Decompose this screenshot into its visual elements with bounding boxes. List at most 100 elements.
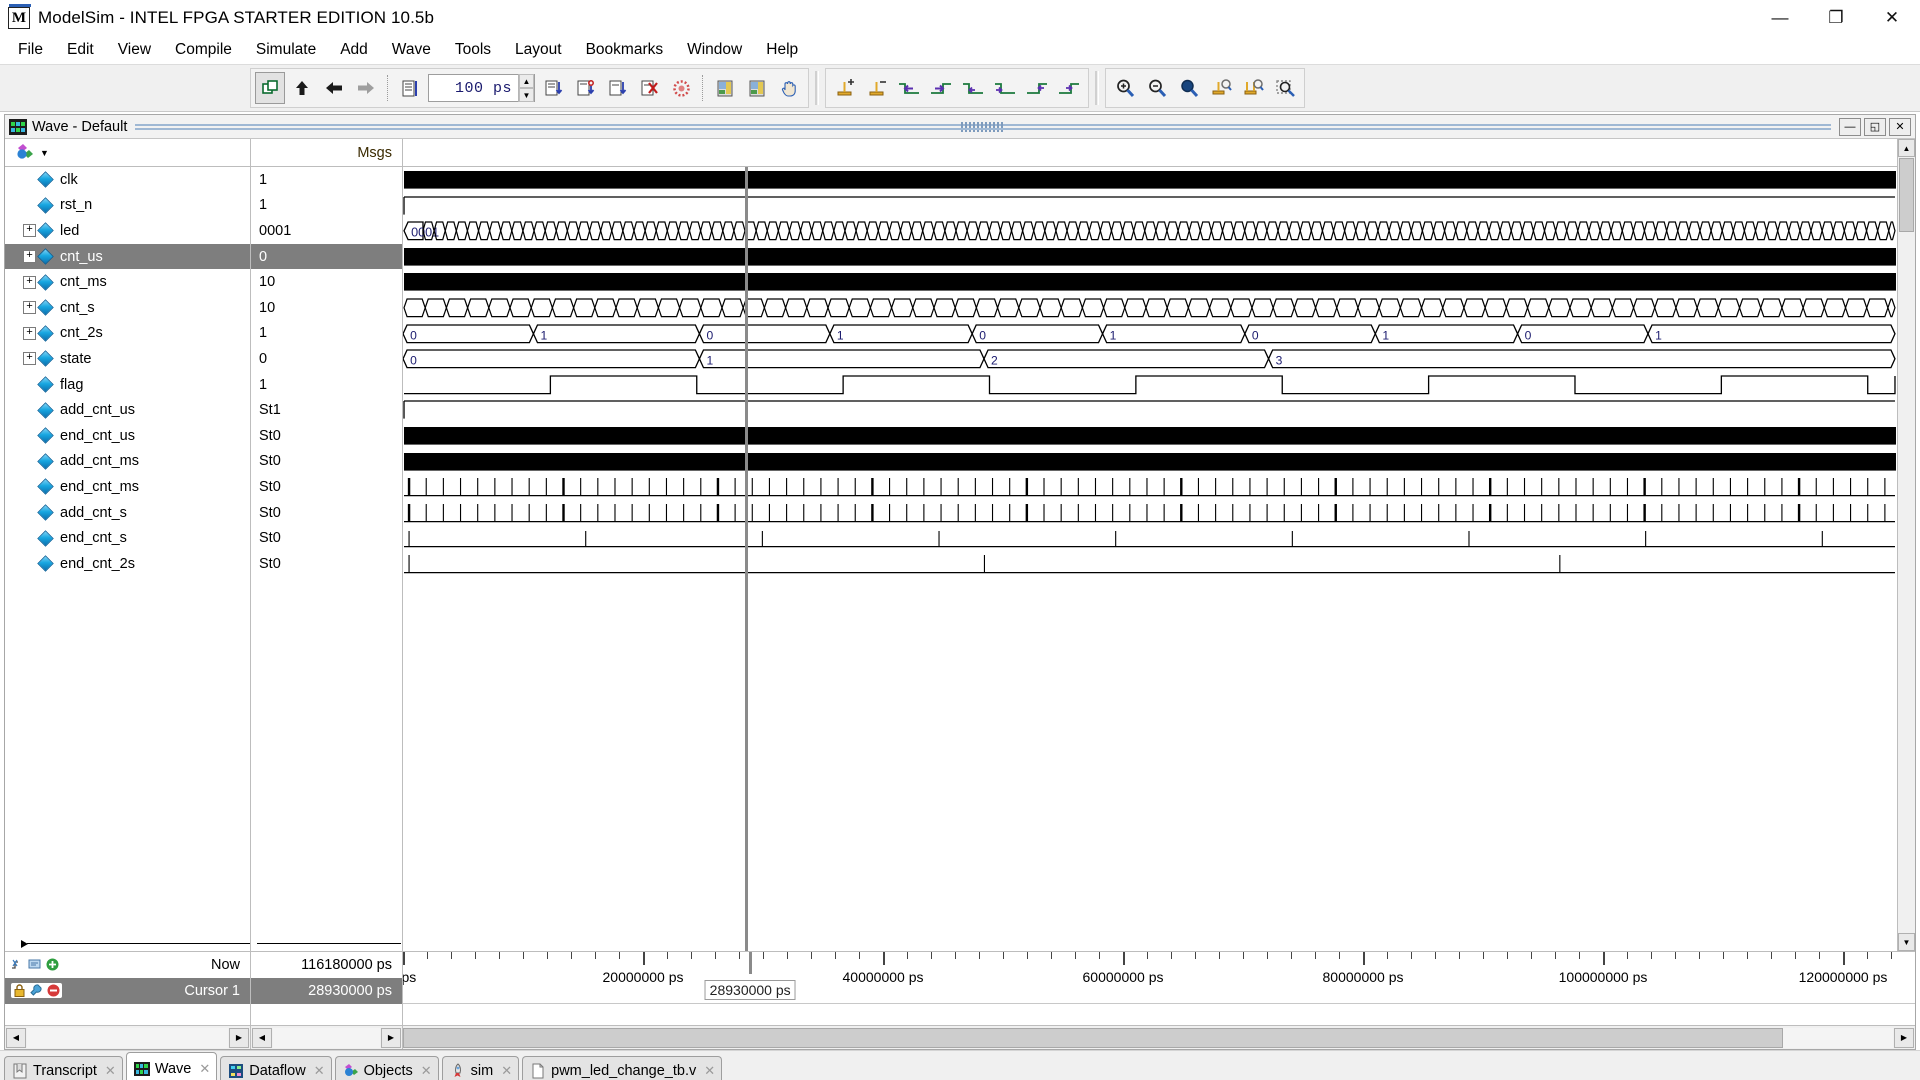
menu-edit[interactable]: Edit — [55, 38, 106, 62]
run-length-spinner[interactable]: ▲ ▼ — [518, 74, 535, 102]
restart-icon[interactable] — [395, 72, 425, 104]
run-length-value[interactable]: 100 ps — [429, 80, 518, 97]
signal-row-end_cnt_us[interactable]: end_cnt_us — [5, 423, 250, 449]
zoom-cursor-icon[interactable] — [1206, 72, 1236, 104]
scroll-left-icon[interactable]: ◀ — [6, 1027, 26, 1048]
signal-row-led[interactable]: + led — [5, 218, 250, 244]
expand-toggle-cnt_us[interactable]: + — [23, 250, 36, 264]
add-cursor-icon[interactable] — [45, 957, 60, 972]
hand-icon[interactable] — [774, 72, 804, 104]
wave-panel-minimize-button[interactable]: — — [1839, 117, 1861, 136]
tab-close-icon[interactable]: ✕ — [421, 1063, 432, 1079]
signal-row-clk[interactable]: clk — [5, 167, 250, 193]
tab-close-icon[interactable]: ✕ — [314, 1063, 325, 1079]
menu-add[interactable]: Add — [328, 38, 380, 62]
tab-transcript[interactable]: Transcript ✕ — [4, 1056, 123, 1080]
find-prev-rising-icon[interactable] — [1022, 72, 1052, 104]
find-next-transition-icon[interactable] — [926, 72, 956, 104]
minimize-button[interactable]: — — [1752, 0, 1808, 36]
expand-toggle-cnt_ms[interactable]: + — [23, 275, 36, 289]
expand-toggle-state[interactable]: + — [23, 352, 36, 366]
expand-toggle-led[interactable]: + — [23, 224, 36, 238]
left-arrow-icon[interactable] — [319, 72, 349, 104]
up-arrow-icon[interactable] — [287, 72, 317, 104]
signal-value-rows[interactable]: 1 1 0001 0 10 10 1 0 1 St1 St0 St0 St0 St0 St0 St0 — [251, 167, 402, 951]
menu-file[interactable]: File — [6, 38, 55, 62]
menu-bookmarks[interactable]: Bookmarks — [574, 38, 676, 62]
value-column-hscroll[interactable]: ◀ ▶ — [251, 1026, 403, 1049]
run-icon[interactable] — [538, 72, 568, 104]
cursor-1-line[interactable] — [745, 167, 749, 951]
menu-compile[interactable]: Compile — [163, 38, 244, 62]
scroll-down-icon[interactable]: ▼ — [1898, 933, 1915, 951]
zoom-in-icon[interactable] — [1110, 72, 1140, 104]
copy-icon[interactable] — [255, 72, 285, 104]
expand-toggle-cnt_2s[interactable]: + — [23, 326, 36, 340]
delete-cursor-icon[interactable] — [862, 72, 892, 104]
spinner-down-icon[interactable]: ▼ — [519, 88, 535, 102]
find-prev-transition-icon[interactable] — [894, 72, 924, 104]
name-column-hscroll[interactable]: ◀ ▶ — [5, 1026, 251, 1049]
value-hscroll-track[interactable] — [273, 1027, 380, 1048]
wave-panel-undock-button[interactable]: ◱ — [1864, 117, 1886, 136]
time-ruler[interactable]: 28930000 ps 0 ps 20000000 ps 40000000 ps 60… — [403, 952, 1915, 1004]
step-icon[interactable] — [710, 72, 740, 104]
signal-row-add_cnt_ms[interactable]: add_cnt_ms — [5, 449, 250, 475]
tab-close-icon[interactable]: ✕ — [704, 1063, 715, 1079]
spinner-up-icon[interactable]: ▲ — [519, 74, 535, 88]
run-length-field[interactable]: 100 ps ▲ ▼ — [428, 74, 536, 102]
signal-row-flag[interactable]: flag — [5, 372, 250, 398]
signal-row-end_cnt_2s[interactable]: end_cnt_2s — [5, 551, 250, 577]
find-next-rising-icon[interactable] — [1054, 72, 1084, 104]
name-hscroll-track[interactable] — [27, 1027, 228, 1048]
signal-row-state[interactable]: + state — [5, 346, 250, 372]
drag-grip-icon[interactable] — [961, 121, 1006, 132]
tab-pwm-led-change-tb[interactable]: pwm_led_change_tb.v ✕ — [522, 1056, 723, 1080]
insert-cursor-icon[interactable] — [830, 72, 860, 104]
expand-toggle-cnt_s[interactable]: + — [23, 301, 36, 315]
signal-row-cnt_s[interactable]: + cnt_s — [5, 295, 250, 321]
zoom-out-icon[interactable] — [1142, 72, 1172, 104]
scroll-right-icon[interactable]: ▶ — [1894, 1027, 1914, 1048]
run-all-icon[interactable] — [602, 72, 632, 104]
tab-close-icon[interactable]: ✕ — [199, 1061, 210, 1077]
menu-wave[interactable]: Wave — [380, 38, 443, 62]
wave-panel-close-button[interactable]: ✕ — [1889, 117, 1911, 136]
waveform-canvas[interactable]: 0001 0 1 0 1 0 1 0 1 0 1 0 1 2 3 — [403, 167, 1897, 951]
tab-sim[interactable]: sim ✕ — [441, 1056, 520, 1080]
signal-row-cnt_2s[interactable]: + cnt_2s — [5, 321, 250, 347]
menu-tools[interactable]: Tools — [443, 38, 503, 62]
wave-panel-drag-rail[interactable] — [135, 121, 1831, 132]
signal-row-cnt_ms[interactable]: + cnt_ms — [5, 269, 250, 295]
signal-name-rows[interactable]: clk rst_n + led + cnt_us + cnt_ms + cnt_s + cnt_2s +… — [5, 167, 250, 951]
waveform-vertical-scrollbar[interactable]: ▲ ▼ — [1897, 139, 1915, 951]
find-prev-falling-icon[interactable] — [958, 72, 988, 104]
scroll-right-icon[interactable]: ▶ — [229, 1027, 249, 1048]
vertical-scroll-thumb[interactable] — [1899, 158, 1914, 232]
cursor-1-row[interactable]: Cursor 1 — [5, 978, 250, 1004]
signal-row-cnt_us[interactable]: + cnt_us — [5, 243, 250, 270]
zoom-range-icon[interactable] — [1238, 72, 1268, 104]
waveform-hscroll[interactable]: ▶ — [403, 1026, 1915, 1049]
tab-close-icon[interactable]: ✕ — [105, 1063, 116, 1079]
cursor-1-value-row[interactable]: 28930000 ps — [251, 978, 402, 1004]
maximize-restore-button[interactable]: ❐ — [1808, 0, 1864, 36]
waveform-hscroll-track[interactable] — [403, 1027, 1893, 1048]
scroll-left-icon[interactable]: ◀ — [252, 1027, 272, 1048]
scroll-right-icon[interactable]: ▶ — [381, 1027, 401, 1048]
signal-row-rst_n[interactable]: rst_n — [5, 193, 250, 219]
break-icon[interactable] — [634, 72, 664, 104]
menu-window[interactable]: Window — [675, 38, 754, 62]
lock-icon[interactable] — [12, 983, 27, 998]
menu-layout[interactable]: Layout — [503, 38, 574, 62]
tab-objects[interactable]: Objects ✕ — [334, 1056, 439, 1080]
tab-close-icon[interactable]: ✕ — [501, 1063, 512, 1079]
tab-wave[interactable]: Wave ✕ — [125, 1052, 218, 1080]
zoom-select-icon[interactable] — [1270, 72, 1300, 104]
signal-row-end_cnt_ms[interactable]: end_cnt_ms — [5, 474, 250, 500]
signal-row-add_cnt_us[interactable]: add_cnt_us — [5, 397, 250, 423]
close-button[interactable]: ✕ — [1864, 0, 1920, 36]
scroll-up-icon[interactable]: ▲ — [1898, 139, 1915, 157]
menu-simulate[interactable]: Simulate — [244, 38, 328, 62]
signal-row-end_cnt_s[interactable]: end_cnt_s — [5, 525, 250, 551]
